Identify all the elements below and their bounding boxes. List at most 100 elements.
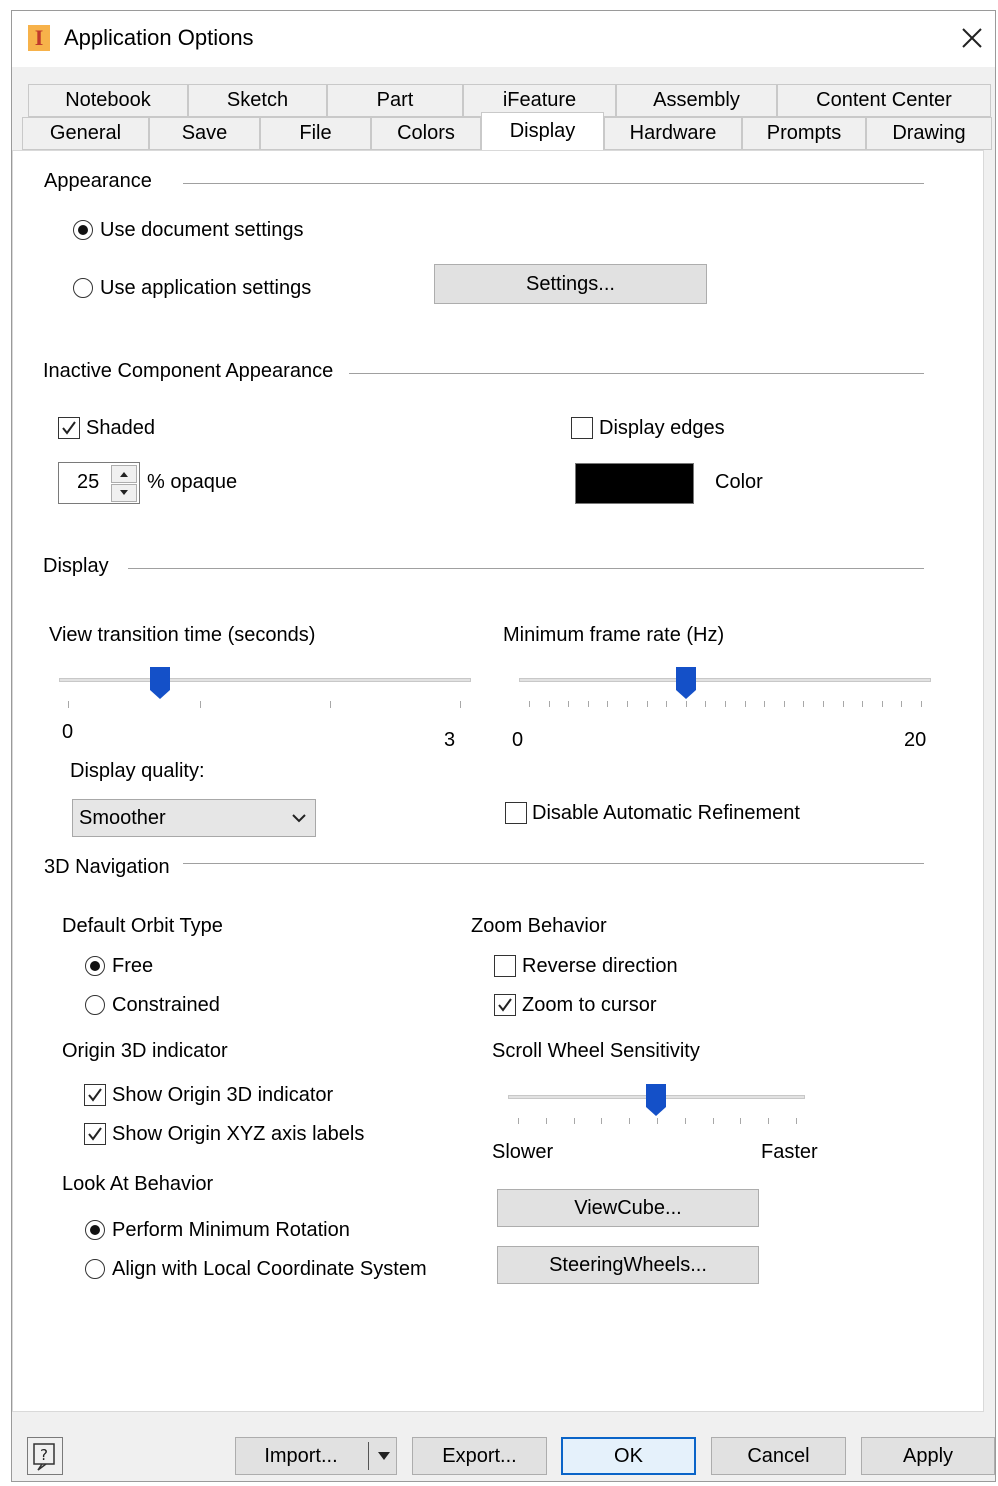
slider-tick	[901, 701, 903, 707]
use-document-settings-radio[interactable]	[73, 220, 93, 240]
ok-button[interactable]: OK	[561, 1437, 696, 1475]
import-split-button: Import...	[235, 1437, 397, 1475]
orbit-free-radio[interactable]	[85, 956, 105, 976]
view-transition-slider-thumb[interactable]	[149, 666, 171, 700]
app-icon: I	[28, 25, 50, 51]
display-edges-checkbox[interactable]	[571, 417, 593, 439]
show-origin-label: Show Origin 3D indicator	[112, 1084, 334, 1106]
opacity-value[interactable]: 25	[77, 471, 99, 494]
view-transition-label: View transition time (seconds)	[49, 624, 316, 646]
window-title: Application Options	[64, 25, 254, 50]
show-xyz-labels-checkbox[interactable]	[84, 1123, 106, 1145]
use-application-settings-label: Use application settings	[100, 277, 312, 299]
export-button[interactable]: Export...	[412, 1437, 547, 1475]
close-button[interactable]	[949, 11, 995, 67]
scroll-sensitivity-slider-thumb[interactable]	[645, 1083, 667, 1117]
min-frame-rate-label: Minimum frame rate (Hz)	[503, 624, 725, 646]
color-label: Color	[715, 471, 763, 493]
minimum-rotation-radio[interactable]	[85, 1220, 105, 1240]
use-application-settings-radio[interactable]	[73, 278, 93, 298]
min-frame-rate-min: 0	[512, 729, 524, 751]
slider-tick	[842, 701, 844, 707]
slider-tick	[796, 1118, 797, 1124]
checkmark-icon	[498, 998, 512, 1012]
import-dropdown-button[interactable]	[372, 1438, 396, 1474]
default-orbit-heading: Default Orbit Type	[62, 915, 223, 937]
checkmark-icon	[88, 1088, 102, 1102]
min-frame-rate-slider-thumb[interactable]	[675, 666, 697, 700]
opaque-label: % opaque	[147, 471, 238, 493]
slider-tick	[744, 701, 746, 707]
show-xyz-labels-label: Show Origin XYZ axis labels	[112, 1123, 365, 1145]
tab-save[interactable]: Save	[149, 117, 260, 150]
help-button[interactable]: ?	[27, 1437, 63, 1475]
view-transition-slider-track[interactable]	[59, 678, 471, 682]
zoom-to-cursor-checkbox[interactable]	[494, 994, 516, 1016]
slider-tick	[629, 1118, 631, 1124]
scroll-slower-label: Slower	[492, 1141, 554, 1163]
slider-tick	[705, 701, 707, 707]
slider-tick	[740, 1118, 742, 1124]
help-icon: ?	[33, 1443, 55, 1471]
reverse-direction-label: Reverse direction	[522, 955, 678, 977]
opacity-spinner[interactable]: 25	[58, 462, 140, 504]
slider-tick	[646, 701, 648, 707]
slider-tick	[460, 701, 461, 708]
slider-tick	[764, 701, 766, 707]
spin-down-button[interactable]	[111, 484, 137, 502]
disable-refinement-checkbox[interactable]	[505, 802, 527, 824]
show-origin-checkbox[interactable]	[84, 1084, 106, 1106]
display-quality-select[interactable]: Smoother	[72, 799, 316, 837]
tab-hardware[interactable]: Hardware	[604, 117, 742, 150]
tab-colors[interactable]: Colors	[371, 117, 481, 150]
spin-up-button[interactable]	[111, 465, 137, 483]
steeringwheels-button[interactable]: SteeringWheels...	[497, 1246, 759, 1284]
shaded-checkbox[interactable]	[58, 417, 80, 439]
origin-indicator-heading: Origin 3D indicator	[62, 1040, 228, 1062]
tab-content-center[interactable]: Content Center	[777, 84, 991, 117]
apply-button[interactable]: Apply	[861, 1437, 995, 1475]
slider-tick	[518, 1118, 519, 1124]
slider-tick	[68, 701, 69, 708]
caret-down-icon	[378, 1452, 390, 1460]
title-bar: I Application Options	[12, 11, 995, 67]
disable-refinement-label: Disable Automatic Refinement	[532, 802, 800, 824]
svg-text:?: ?	[40, 1446, 48, 1464]
zoom-behavior-heading: Zoom Behavior	[471, 915, 607, 937]
orbit-constrained-label: Constrained	[112, 994, 220, 1016]
slider-tick	[548, 701, 550, 707]
tab-general[interactable]: General	[22, 117, 149, 150]
min-frame-rate-slider-track[interactable]	[519, 678, 931, 682]
tab-drawing[interactable]: Drawing	[866, 117, 992, 150]
inactive-color-swatch[interactable]	[575, 463, 694, 504]
slider-tick	[666, 701, 668, 707]
minimum-rotation-label: Perform Minimum Rotation	[112, 1219, 350, 1241]
close-icon	[962, 28, 982, 48]
tab-assembly[interactable]: Assembly	[616, 84, 777, 117]
inactive-appearance-heading: Inactive Component Appearance	[43, 360, 334, 382]
scroll-faster-label: Faster	[761, 1141, 818, 1163]
look-at-heading: Look At Behavior	[62, 1173, 214, 1195]
settings-button[interactable]: Settings...	[434, 264, 707, 304]
slider-tick	[685, 701, 687, 707]
use-document-settings-label: Use document settings	[100, 219, 304, 241]
tab-part[interactable]: Part	[327, 84, 463, 117]
cancel-button[interactable]: Cancel	[711, 1437, 846, 1475]
tab-file[interactable]: File	[260, 117, 371, 150]
viewcube-button[interactable]: ViewCube...	[497, 1189, 759, 1227]
slider-tick	[803, 701, 805, 707]
display-divider	[128, 568, 924, 569]
orbit-constrained-radio[interactable]	[85, 995, 105, 1015]
align-local-radio[interactable]	[85, 1259, 105, 1279]
split-divider	[368, 1442, 369, 1470]
reverse-direction-checkbox[interactable]	[494, 955, 516, 977]
tab-sketch[interactable]: Sketch	[188, 84, 327, 117]
align-local-label: Align with Local Coordinate System	[112, 1258, 427, 1280]
import-button[interactable]: Import...	[236, 1438, 366, 1474]
slider-tick	[823, 701, 824, 707]
tab-notebook[interactable]: Notebook	[28, 84, 188, 117]
appearance-heading: Appearance	[44, 170, 152, 192]
slider-tick	[684, 1118, 686, 1124]
tab-prompts[interactable]: Prompts	[742, 117, 866, 150]
tab-display[interactable]: Display	[481, 112, 604, 150]
